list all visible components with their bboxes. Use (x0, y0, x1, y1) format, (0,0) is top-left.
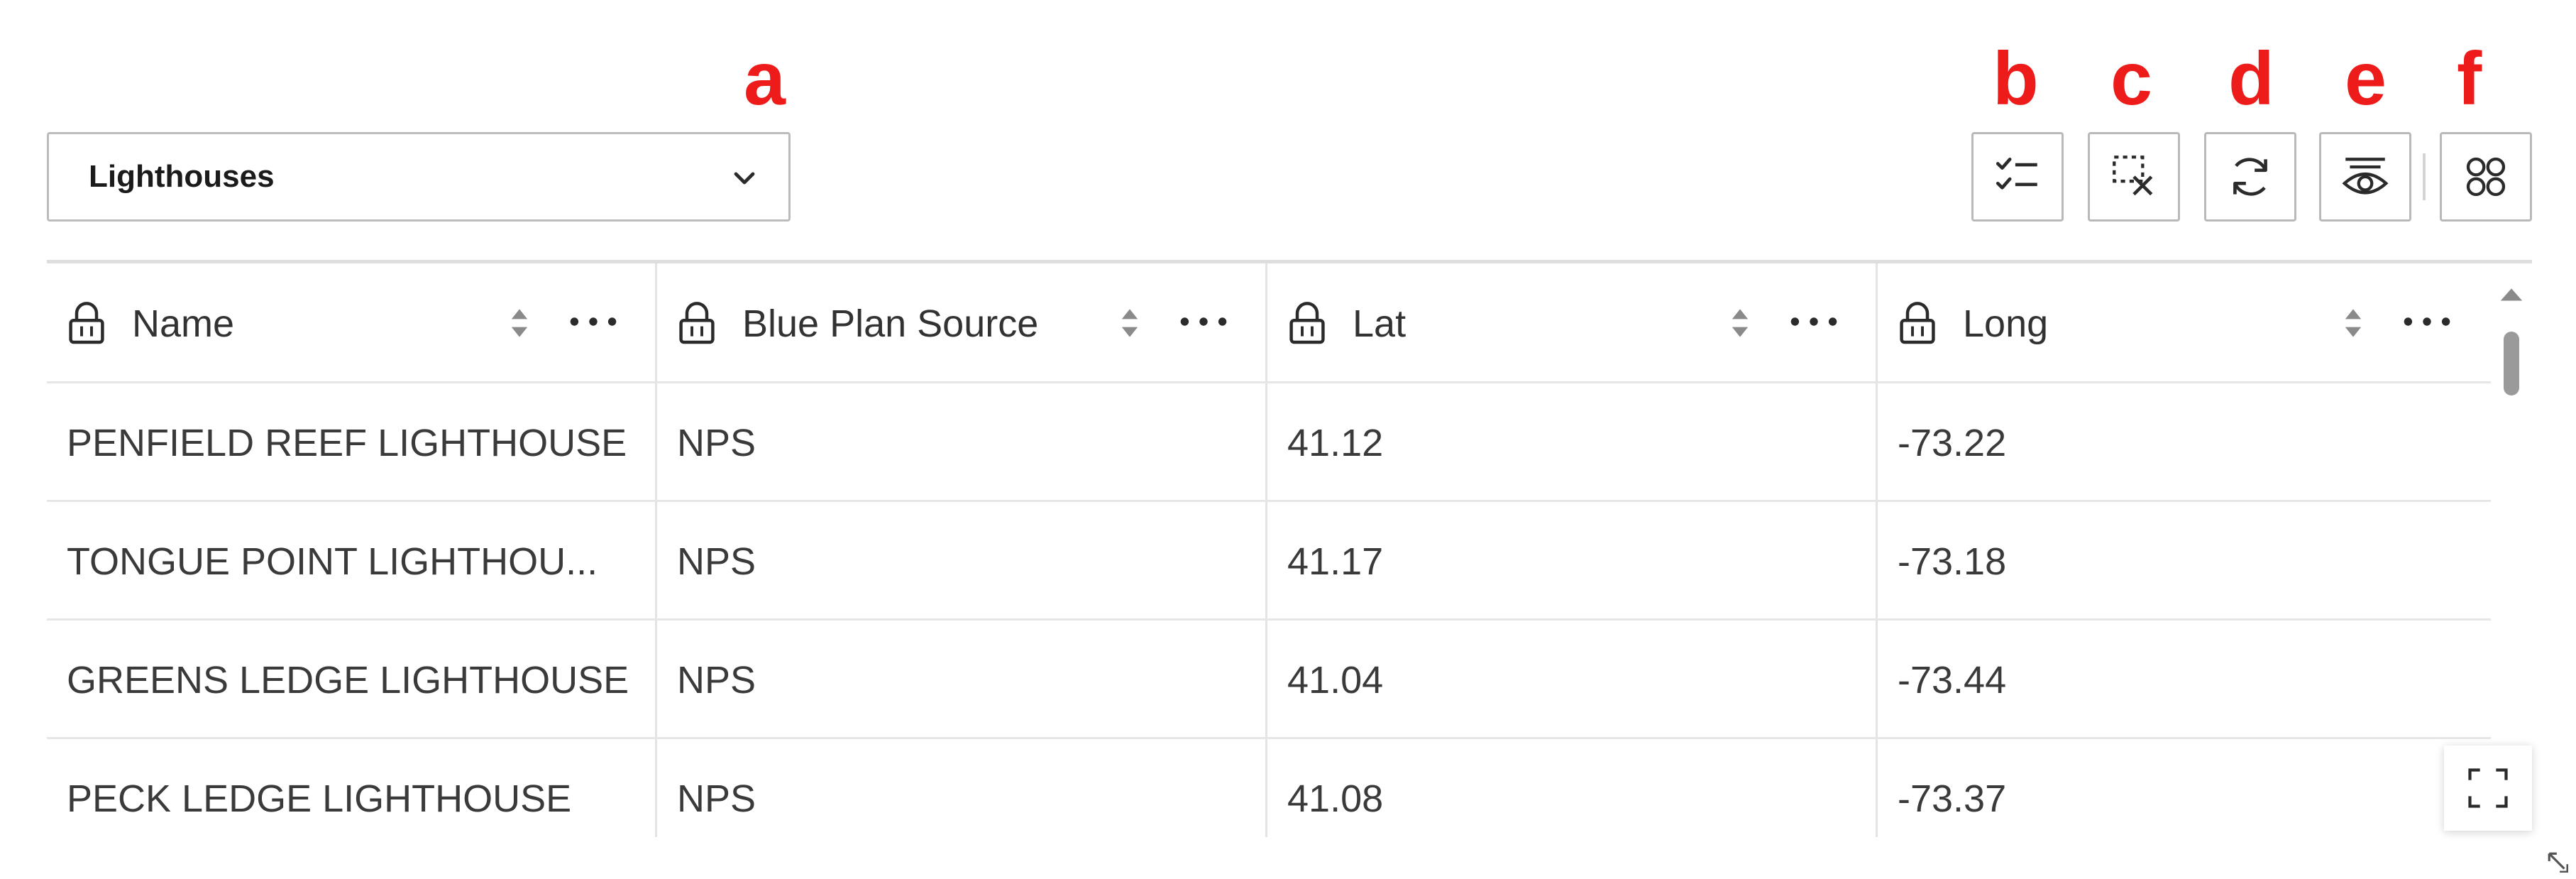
table-row[interactable]: PECK LEDGE LIGHTHOUSE NPS 41.08 -73.37 (47, 737, 2491, 837)
table-row[interactable]: GREENS LEDGE LIGHTHOUSE NPS 41.04 -73.44 (47, 618, 2491, 739)
annotation-label-d: d (2228, 37, 2274, 121)
cell-text: NPS (677, 540, 756, 583)
fullscreen-icon (2468, 768, 2508, 808)
table-cell-lat[interactable]: 41.12 (1267, 383, 1878, 502)
cell-text: -73.18 (1898, 540, 2007, 583)
clear-selection-button[interactable] (2088, 132, 2180, 222)
table-cell-long[interactable]: -73.37 (1878, 739, 2491, 837)
lock-icon (69, 302, 104, 344)
table-cell-lat[interactable]: 41.08 (1267, 739, 1878, 837)
lock-icon (679, 302, 715, 344)
cell-text: -73.44 (1898, 658, 2007, 701)
more-options-icon[interactable] (1787, 309, 1841, 334)
table-cell-name[interactable]: PENFIELD REEF LIGHTHOUSE (47, 383, 657, 502)
column-header-label: Lat (1353, 302, 1407, 345)
table-row[interactable]: TONGUE POINT LIGHTHOU... NPS 41.17 -73.1… (47, 500, 2491, 621)
table-cell-long[interactable]: -73.22 (1878, 383, 2491, 502)
column-header-label: Blue Plan Source (742, 302, 1039, 345)
cell-text: 41.04 (1287, 658, 1384, 701)
more-options-icon[interactable] (2400, 309, 2454, 334)
table-cell-source[interactable]: NPS (657, 621, 1267, 739)
resize-handle-icon[interactable] (2546, 851, 2570, 875)
select-all-button[interactable] (1971, 132, 2064, 222)
more-options-icon[interactable] (1177, 309, 1231, 334)
table-row[interactable]: PENFIELD REEF LIGHTHOUSE NPS 41.12 -73.2… (47, 381, 2491, 502)
sort-icon[interactable] (2340, 303, 2366, 343)
cell-text: -73.37 (1898, 777, 2007, 820)
cell-text: -73.22 (1898, 421, 2007, 464)
table-cell-name[interactable]: PECK LEDGE LIGHTHOUSE (47, 739, 657, 837)
cell-text: NPS (677, 421, 756, 464)
annotation-label-f: f (2457, 37, 2482, 121)
refresh-icon (2233, 158, 2267, 196)
fullscreen-button[interactable] (2444, 746, 2532, 831)
column-header-blue-plan-source[interactable]: Blue Plan Source (657, 263, 1267, 381)
column-header-label: Name (132, 302, 235, 345)
toolbar-divider (2423, 153, 2426, 200)
column-header-lat[interactable]: Lat (1267, 263, 1878, 381)
lock-icon (1289, 302, 1325, 344)
annotation-label-b: b (1993, 37, 2039, 121)
table-cell-name[interactable]: GREENS LEDGE LIGHTHOUSE (47, 621, 657, 739)
table-cell-source[interactable]: NPS (657, 739, 1267, 837)
cell-text: PENFIELD REEF LIGHTHOUSE (67, 421, 627, 464)
annotation-label-c: c (2110, 37, 2152, 121)
column-header-name[interactable]: Name (47, 263, 657, 381)
cell-text: NPS (677, 658, 756, 701)
show-selection-button[interactable] (2319, 132, 2411, 222)
more-options-icon[interactable] (566, 309, 620, 334)
column-toggle-icon (2466, 157, 2506, 197)
sort-icon[interactable] (507, 303, 532, 343)
layer-select-value: Lighthouses (89, 159, 275, 194)
select-all-icon (1996, 158, 2037, 190)
table-cell-lat[interactable]: 41.04 (1267, 621, 1878, 739)
cell-text: 41.08 (1287, 777, 1384, 820)
scrollbar-thumb[interactable] (2504, 332, 2519, 395)
cell-text: 41.17 (1287, 540, 1384, 583)
annotation-label-e: e (2345, 37, 2387, 121)
table-cell-long[interactable]: -73.44 (1878, 621, 2491, 739)
refresh-button[interactable] (2204, 132, 2296, 222)
show-selection-icon (2342, 158, 2389, 195)
table-cell-long[interactable]: -73.18 (1878, 502, 2491, 621)
scroll-up-arrow-icon[interactable] (2498, 285, 2525, 303)
table-cell-name[interactable]: TONGUE POINT LIGHTHOU... (47, 502, 657, 621)
column-header-long[interactable]: Long (1878, 263, 2491, 381)
sort-icon[interactable] (1117, 303, 1143, 343)
table-header: Name Blue Plan Source Lat Long (47, 263, 2491, 381)
attribute-table: Name Blue Plan Source Lat Long PENFIELD … (47, 260, 2532, 837)
cell-text: TONGUE POINT LIGHTHOU... (67, 540, 598, 583)
cell-text: GREENS LEDGE LIGHTHOUSE (67, 658, 629, 701)
table-cell-source[interactable]: NPS (657, 383, 1267, 502)
cell-text: PECK LEDGE LIGHTHOUSE (67, 777, 572, 820)
lock-icon (1900, 302, 1935, 344)
cell-text: 41.12 (1287, 421, 1384, 464)
column-toggle-button[interactable] (2440, 132, 2532, 222)
cell-text: NPS (677, 777, 756, 820)
clear-selection-icon (2113, 155, 2153, 196)
sort-icon[interactable] (1727, 303, 1753, 343)
column-header-label: Long (1963, 302, 2049, 345)
chevron-down-icon (734, 172, 755, 185)
table-cell-source[interactable]: NPS (657, 502, 1267, 621)
annotation-label-a: a (744, 37, 786, 121)
table-cell-lat[interactable]: 41.17 (1267, 502, 1878, 621)
layer-select-dropdown[interactable]: Lighthouses (47, 132, 791, 222)
